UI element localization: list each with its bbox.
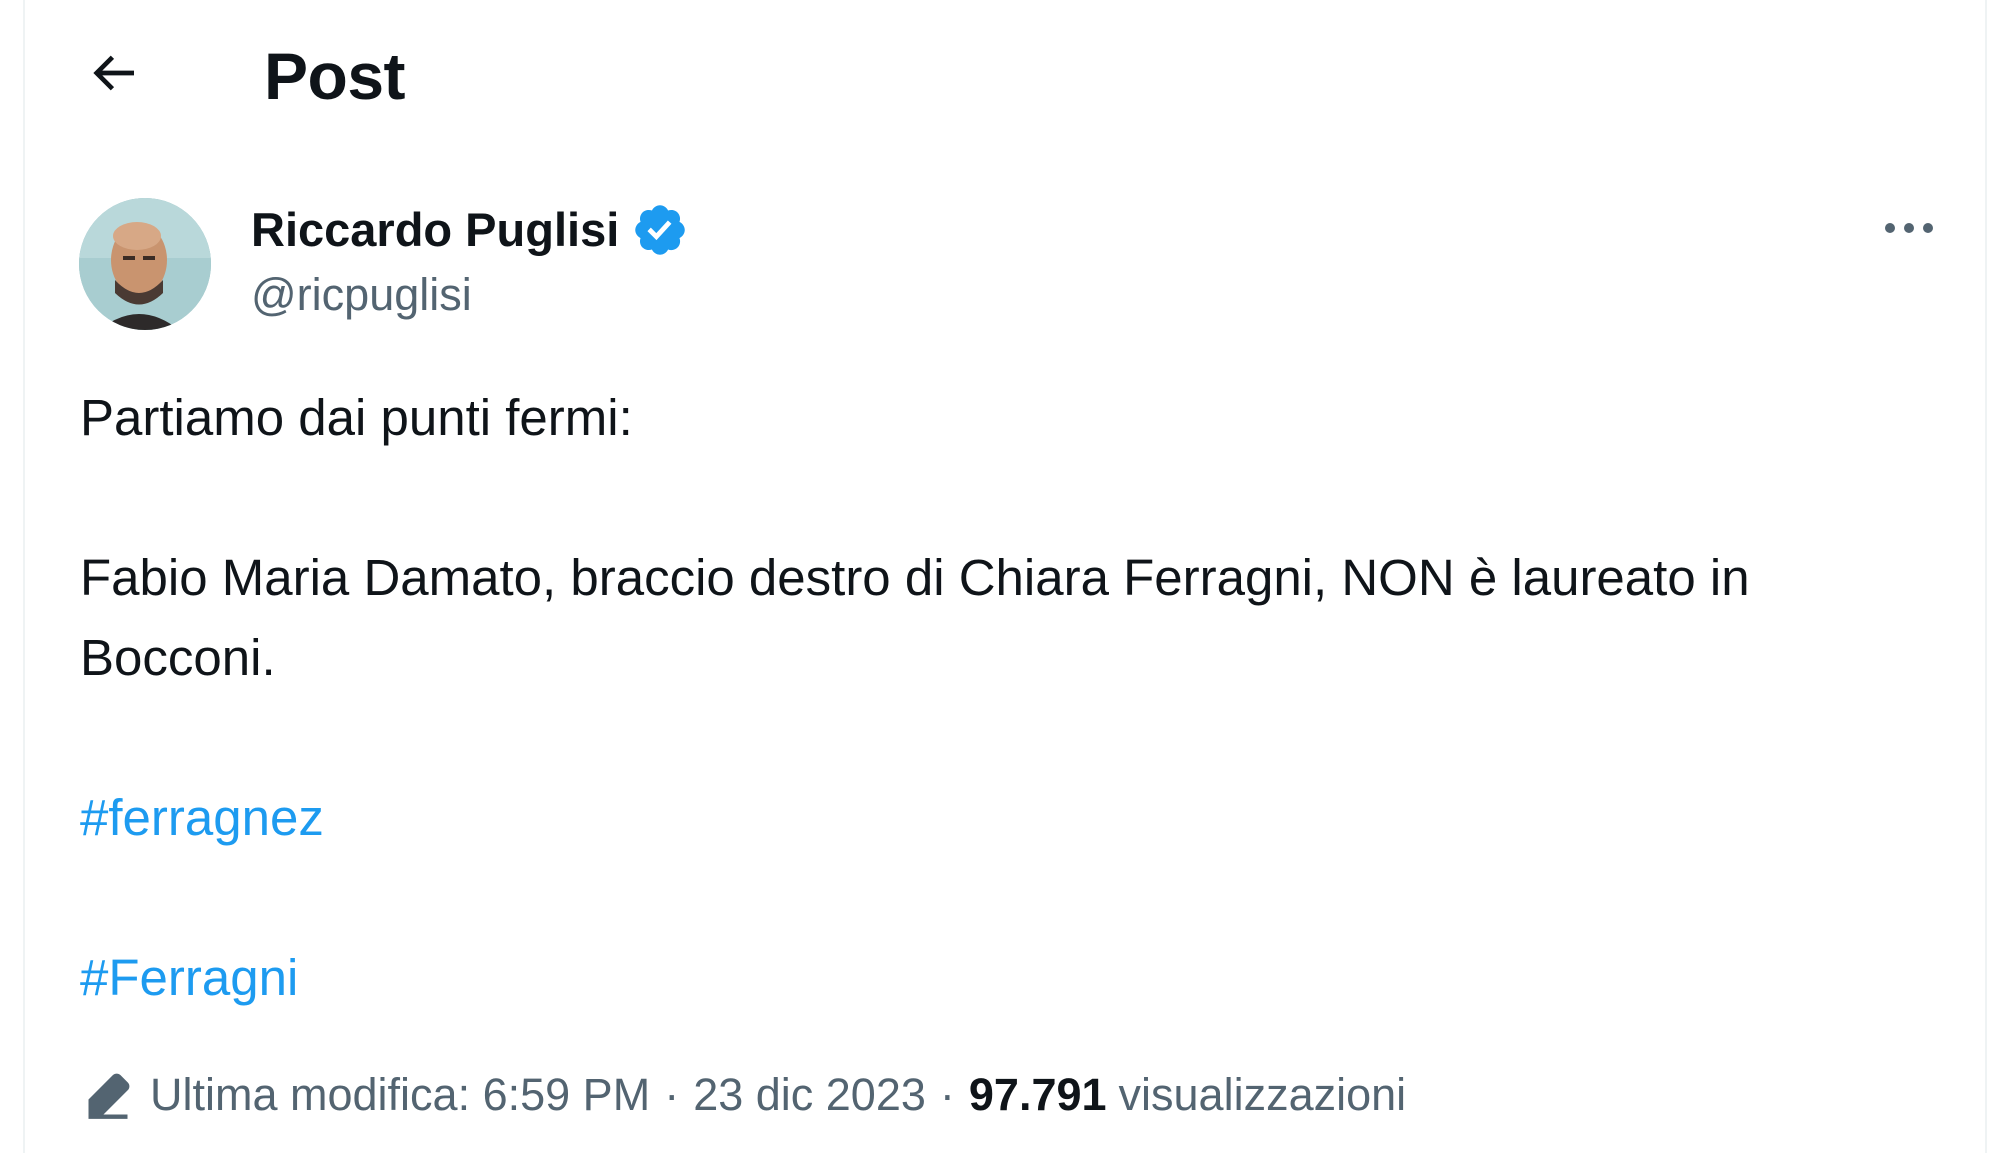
tweet-text-line: Fabio Maria Damato, braccio destro di Ch… [80, 549, 1750, 606]
column-border-right [1985, 0, 1987, 1153]
post-date[interactable]: 23 dic 2023 [693, 1069, 926, 1121]
tweet-text-line: Partiamo dai punti fermi: [80, 389, 633, 446]
hashtag-link[interactable]: #Ferragni [80, 938, 298, 1018]
edited-label[interactable]: Ultima modifica: [150, 1069, 470, 1121]
post-page: Post Riccardo Puglisi @ricpuglisi Partia… [0, 0, 2000, 1153]
page-title: Post [264, 39, 406, 113]
author-handle[interactable]: @ricpuglisi [251, 266, 472, 324]
more-dots-icon [1880, 218, 1938, 243]
tweet-text-line: Bocconi. [80, 629, 276, 686]
hashtag-link[interactable]: #ferragnez [80, 778, 324, 858]
author-name[interactable]: Riccardo Puglisi [251, 200, 689, 260]
post-time[interactable]: 6:59 PM [483, 1069, 651, 1121]
more-options-button[interactable] [1870, 200, 1948, 260]
verified-badge-icon[interactable] [631, 201, 689, 259]
back-button[interactable] [68, 30, 158, 120]
arrow-left-icon [85, 45, 141, 106]
views-count: 97.791 [968, 1069, 1107, 1120]
avatar[interactable] [79, 198, 211, 330]
meta-separator: · [939, 1069, 955, 1120]
views-label: visualizzazioni [1118, 1069, 1407, 1120]
pencil-edit-icon[interactable] [82, 1069, 134, 1121]
column-border-left [23, 0, 25, 1153]
author-name-text: Riccardo Puglisi [251, 203, 620, 256]
meta-separator: · [664, 1069, 680, 1120]
post-meta: Ultima modifica: 6:59 PM · 23 dic 2023 ·… [82, 1060, 1406, 1130]
